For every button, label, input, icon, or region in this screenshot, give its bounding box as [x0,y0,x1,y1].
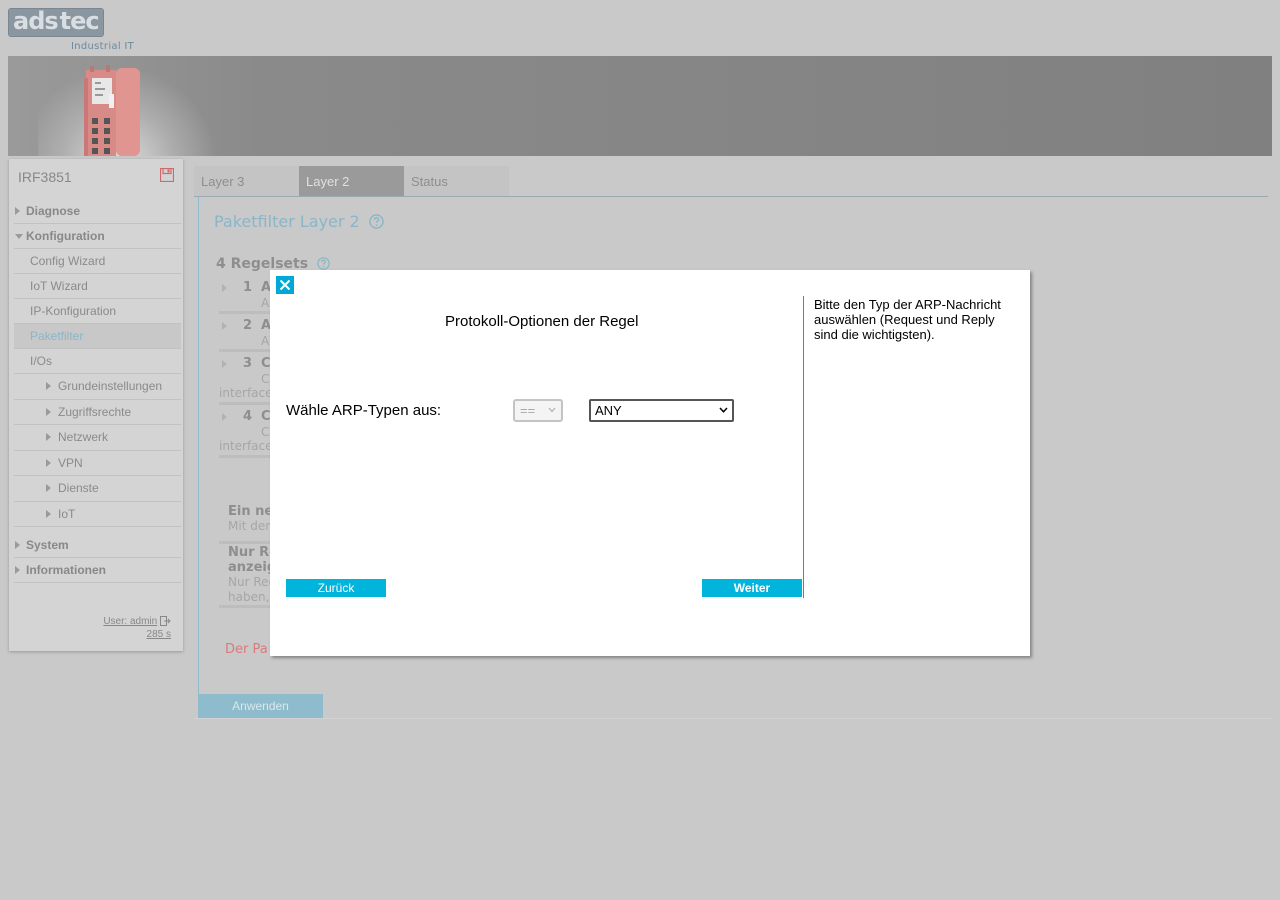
ruleset-description-2: interface [219,386,273,400]
sidebar-item-iot[interactable]: IoT [14,502,181,527]
sidebar-item-label: IoT Wizard [30,279,88,293]
sidebar-item-label: Grundeinstellungen [58,379,163,393]
dialog-divider [803,296,804,598]
content-border [198,197,199,694]
expand-arrow-icon [46,407,51,416]
arp-type-select[interactable]: ANY [589,399,734,422]
expand-arrow-icon [46,484,51,492]
tab-layer-3[interactable]: Layer 3 [194,166,299,196]
sidebar-item-label: System [26,538,69,552]
sidebar-item-netzwerk[interactable]: Netzwerk [14,425,181,451]
sidebar-item-ip-konfiguration[interactable]: IP-Konfiguration [14,299,181,324]
tab-status[interactable]: Status [404,166,509,196]
sidebar-item-label: Zugriffsrechte [58,404,132,419]
user-link[interactable]: User: admin [103,616,157,627]
ruleset-number: 4 [243,409,253,424]
logout-icon[interactable] [160,616,171,627]
expand-arrow-icon [222,360,227,368]
sidebar-item-informationen[interactable]: Informationen [14,558,181,583]
ruleset-number: 3 [243,356,253,371]
sidebar-item-label: IoT [58,506,76,521]
router-device-image [84,65,140,156]
ruleset-description-2: interface [219,439,273,453]
protocol-options-dialog: Protokoll-Optionen der Regel Wähle ARP-T… [270,270,1030,656]
expand-arrow-icon [15,207,20,215]
back-button[interactable]: Zurück [286,579,386,597]
close-icon [279,279,291,291]
sidebar-item-label: Paketfilter [30,329,84,343]
sidebar-item-label: Konfiguration [26,229,105,243]
expand-arrow-icon [46,382,51,390]
ruleset-number: 1 [243,280,253,295]
ruleset-description: C [261,425,270,439]
header-banner [8,56,1272,156]
sidebar-item-label: Dienste [58,481,99,495]
sidebar-item-iot-wizard[interactable]: IoT Wizard [14,274,181,299]
expand-arrow-icon [46,433,51,441]
expand-arrow-icon [222,284,227,292]
ruleset-description: C [261,372,270,386]
tab-underline [194,196,1268,197]
sidebar-item-system[interactable]: System [14,533,181,558]
chevron-down-icon [548,407,556,413]
device-name: IRF3851 [18,169,72,185]
expand-arrow-icon [46,509,51,518]
content-bottom-edge [194,718,1272,719]
operator-select[interactable]: == [513,399,563,422]
filter-warning: Der Pa [225,642,268,657]
sidebar-item-label: Netzwerk [58,430,109,444]
expand-arrow-icon [46,458,51,467]
session-timer: 285 s [146,629,171,640]
sidebar-item-grundeinstellungen[interactable]: Grundeinstellungen [14,374,181,400]
expand-arrow-icon [15,541,20,549]
sidebar-item-zugriffsrechte[interactable]: Zugriffsrechte [14,400,181,425]
tab-layer-2[interactable]: Layer 2 [299,166,404,196]
close-button[interactable] [276,276,294,294]
expand-arrow-icon [222,322,227,330]
sidebar-item-label: Diagnose [26,204,81,218]
sidebar-nav: Diagnose Konfiguration Config Wizard IoT… [14,199,181,583]
tab-bar: Layer 3 Layer 2 Status [194,166,509,196]
expand-arrow-icon [15,566,20,574]
logo-text-right: tec [59,9,103,36]
next-button[interactable]: Weiter [702,579,802,597]
chevron-down-icon [719,407,728,413]
logo-mark: ads tec [8,8,104,37]
ruleset-description: A [261,334,270,348]
sidebar-item-label: IP-Konfiguration [30,304,117,318]
sidebar-item-label: Informationen [26,563,106,577]
help-icon[interactable] [369,214,384,229]
sidebar-item-ios[interactable]: I/Os [14,349,181,374]
save-icon[interactable] [160,168,174,182]
page-title-text: Paketfilter Layer 2 [214,212,360,231]
arp-type-select-value: ANY [595,403,622,418]
sidebar-item-vpn[interactable]: VPN [14,451,181,476]
sidebar-item-label: I/Os [30,354,53,368]
sidebar-item-paketfilter[interactable]: Paketfilter [14,324,181,349]
help-icon[interactable] [317,257,330,270]
sidebar-item-label: Config Wizard [30,254,106,268]
help-text: Bitte den Typ der ARP-Nachricht auswähle… [814,297,1001,342]
logo-subtitle: Industrial IT [71,41,135,52]
user-info: User: admin 285 s [103,615,171,641]
sidebar-item-label: VPN [58,455,83,470]
dialog-heading: Protokoll-Optionen der Regel [445,313,639,330]
expand-arrow-icon [222,413,227,421]
sidebar: IRF3851 Diagnose Konfiguration Config Wi… [9,159,183,651]
logo-text-left: ads [9,9,60,36]
sidebar-item-dienste[interactable]: Dienste [14,476,181,502]
operator-select-value: == [520,403,536,418]
page-title: Paketfilter Layer 2 [214,212,384,231]
apply-button[interactable]: Anwenden [198,694,323,718]
arp-type-label: Wähle ARP-Typen aus: [286,402,442,419]
adstec-logo: ads tec Industrial IT [8,8,138,54]
sidebar-item-konfiguration[interactable]: Konfiguration [14,224,181,249]
ruleset-number: 2 [243,318,253,333]
ruleset-description: A [261,296,270,310]
collapse-arrow-icon [15,234,23,239]
sidebar-item-diagnose[interactable]: Diagnose [14,199,181,224]
sidebar-item-config-wizard[interactable]: Config Wizard [14,249,181,274]
